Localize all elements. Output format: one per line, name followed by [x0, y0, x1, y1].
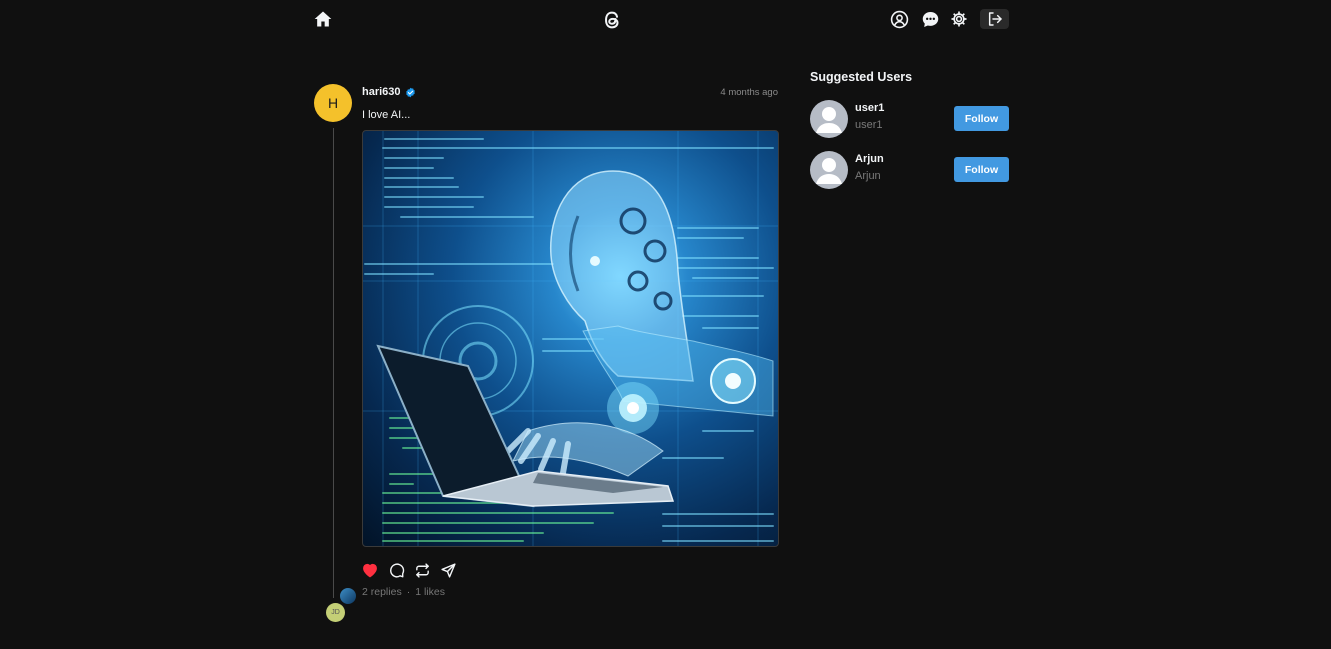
follow-button[interactable]: Follow — [954, 106, 1009, 131]
suggested-users-title: Suggested Users — [810, 70, 913, 84]
comment-icon — [389, 563, 404, 578]
replies-count[interactable]: 2 replies — [362, 586, 402, 598]
post-author-avatar[interactable]: H — [314, 84, 352, 122]
ai-robot-illustration — [363, 131, 778, 546]
stats-separator: · — [406, 586, 411, 598]
suggested-user-handle: Arjun — [855, 170, 881, 182]
default-avatar-icon — [816, 158, 842, 184]
reply-avatar: JD — [326, 603, 345, 622]
suggested-user-row: user1 user1 Follow — [810, 100, 1010, 140]
post-timestamp: 4 months ago — [720, 87, 778, 98]
home-icon[interactable] — [313, 9, 333, 29]
repost-icon — [415, 562, 429, 578]
reply-avatar — [339, 587, 357, 605]
comment-button[interactable] — [387, 561, 405, 579]
likes-count[interactable]: 1 likes — [415, 586, 445, 598]
profile-icon[interactable] — [890, 10, 909, 29]
like-button[interactable] — [361, 561, 379, 579]
follow-button[interactable]: Follow — [954, 157, 1009, 182]
logout-button[interactable] — [980, 9, 1009, 29]
share-button[interactable] — [439, 561, 457, 579]
suggested-user-handle: user1 — [855, 119, 883, 131]
logout-icon — [988, 12, 1002, 26]
post-actions — [361, 561, 457, 579]
suggested-user-name[interactable]: user1 — [855, 102, 884, 114]
post-stats: 2 replies · 1 likes — [362, 586, 445, 598]
post-text: I love AI... — [362, 109, 411, 121]
suggested-user-row: Arjun Arjun Follow — [810, 151, 1010, 191]
avatar[interactable] — [810, 151, 848, 189]
suggested-user-name[interactable]: Arjun — [855, 153, 884, 165]
chat-icon[interactable] — [921, 10, 940, 29]
verified-badge-icon — [406, 87, 415, 98]
avatar[interactable] — [810, 100, 848, 138]
send-icon — [440, 562, 456, 578]
post-image[interactable] — [362, 130, 779, 547]
heart-icon — [363, 563, 377, 578]
repost-button[interactable] — [413, 561, 431, 579]
settings-icon[interactable] — [950, 10, 968, 28]
thread-line — [333, 128, 334, 598]
default-avatar-icon — [816, 107, 842, 133]
threads-logo-icon[interactable] — [601, 9, 623, 31]
post-username[interactable]: hari630 — [362, 86, 401, 98]
